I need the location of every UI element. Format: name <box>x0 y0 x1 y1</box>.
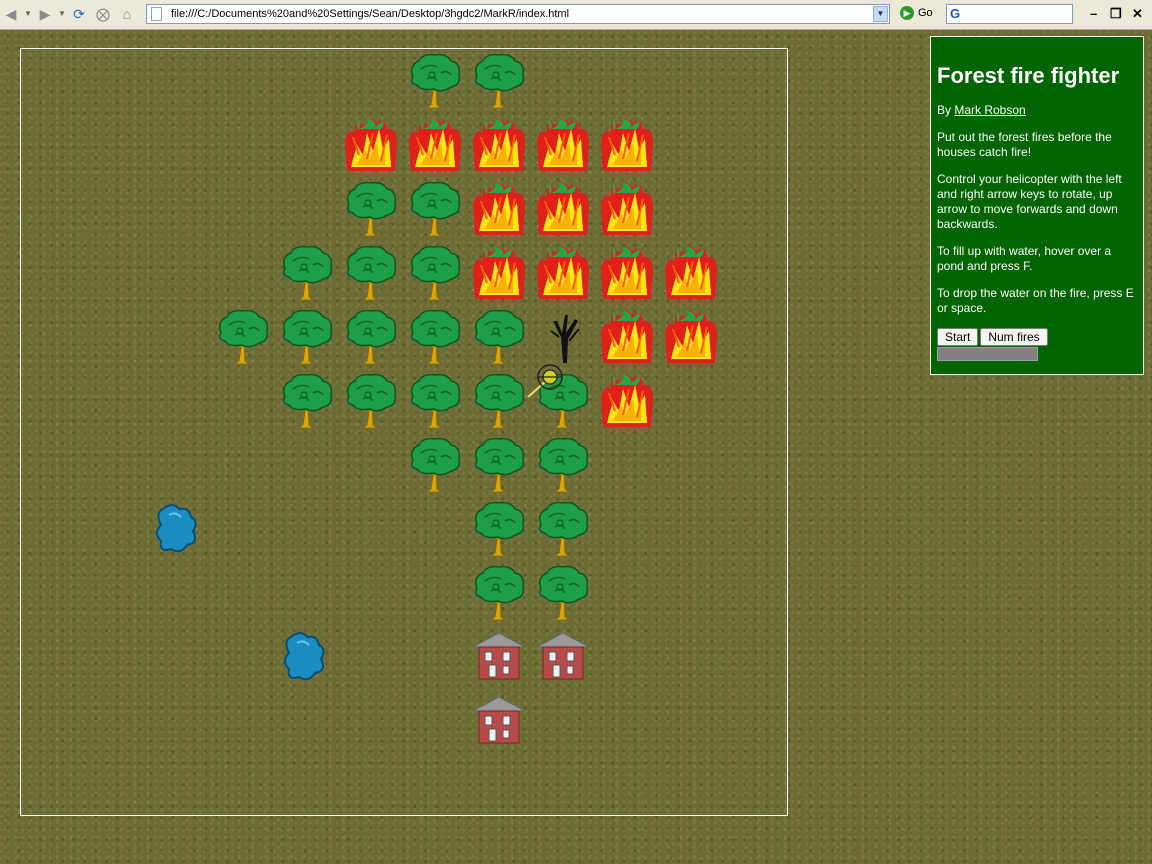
info-panel: Forest fire fighter By Mark Robson Put o… <box>930 36 1144 375</box>
restore-icon[interactable]: ❐ <box>1110 6 1122 22</box>
tree-sprite <box>471 51 527 111</box>
tree-sprite <box>471 371 527 431</box>
fire-sprite <box>599 371 655 431</box>
fire-sprite <box>343 115 399 175</box>
tree-sprite <box>279 307 335 367</box>
water-level-bar <box>937 347 1038 361</box>
stop-icon[interactable]: ⨂ <box>94 5 112 23</box>
tree-sprite <box>279 243 335 303</box>
tree-sprite <box>407 371 463 431</box>
pond-sprite <box>151 499 207 559</box>
button-row: Start Num fires <box>937 328 1137 346</box>
fire-sprite <box>535 179 591 239</box>
refresh-icon[interactable]: ⟳ <box>70 5 88 23</box>
fire-sprite <box>407 115 463 175</box>
instruction-fill: To fill up with water, hover over a pond… <box>937 244 1112 273</box>
tree-sprite <box>471 563 527 623</box>
address-bar[interactable]: file:///C:/Documents%20and%20Settings/Se… <box>146 4 890 24</box>
house-sprite <box>471 627 527 687</box>
fire-sprite <box>663 307 719 367</box>
page-icon <box>151 7 162 21</box>
tree-sprite <box>343 307 399 367</box>
tree-sprite <box>471 435 527 495</box>
helicopter-sprite <box>522 345 578 405</box>
author-link[interactable]: Mark Robson <box>954 103 1025 117</box>
tree-sprite <box>535 563 591 623</box>
go-arrow-icon: ▶ <box>900 6 914 20</box>
back-dropdown-icon[interactable]: ▼ <box>24 5 32 23</box>
game-board[interactable] <box>20 48 788 816</box>
num-fires-button[interactable]: Num fires <box>980 328 1048 346</box>
back-arrow-icon[interactable]: ◀ <box>2 5 20 23</box>
tree-sprite <box>407 243 463 303</box>
tree-sprite <box>343 243 399 303</box>
fire-sprite <box>535 243 591 303</box>
fire-sprite <box>599 307 655 367</box>
search-box[interactable]: G <box>946 4 1073 24</box>
fire-sprite <box>471 179 527 239</box>
go-button[interactable]: ▶ Go <box>900 6 933 20</box>
fire-sprite <box>663 243 719 303</box>
minimize-icon[interactable]: – <box>1090 6 1097 21</box>
game-title: Forest fire fighter <box>937 63 1120 88</box>
instruction-goal: Put out the forest fires before the hous… <box>937 130 1112 159</box>
start-button[interactable]: Start <box>937 328 979 346</box>
tree-sprite <box>407 435 463 495</box>
tree-sprite <box>471 307 527 367</box>
instruction-drop: To drop the water on the fire, press E o… <box>937 286 1134 315</box>
close-icon[interactable]: ✕ <box>1132 6 1143 22</box>
tree-sprite <box>535 499 591 559</box>
fire-sprite <box>535 115 591 175</box>
author-prefix: By <box>937 103 955 117</box>
house-sprite <box>535 627 591 687</box>
google-icon: G <box>950 6 961 21</box>
tree-sprite <box>215 307 271 367</box>
address-dropdown-icon[interactable]: ▼ <box>873 6 888 22</box>
tree-sprite <box>343 179 399 239</box>
browser-toolbar: ◀ ▼ ▶ ▼ ⟳ ⨂ ⌂ file:///C:/Documents%20and… <box>0 0 1152 30</box>
fire-sprite <box>471 115 527 175</box>
home-icon[interactable]: ⌂ <box>118 5 136 23</box>
fire-sprite <box>599 115 655 175</box>
tree-sprite <box>407 307 463 367</box>
tree-sprite <box>279 371 335 431</box>
forward-dropdown-icon[interactable]: ▼ <box>58 5 66 23</box>
fire-sprite <box>471 243 527 303</box>
fire-sprite <box>599 179 655 239</box>
tree-sprite <box>343 371 399 431</box>
tree-sprite <box>471 499 527 559</box>
tree-sprite <box>407 51 463 111</box>
fire-sprite <box>599 243 655 303</box>
address-url: file:///C:/Documents%20and%20Settings/Se… <box>171 8 570 20</box>
instruction-controls: Control your helicopter with the left an… <box>937 172 1122 231</box>
house-sprite <box>471 691 527 751</box>
author-line: By Mark Robson <box>937 103 1137 118</box>
tree-sprite <box>407 179 463 239</box>
tree-sprite <box>535 435 591 495</box>
forward-arrow-icon[interactable]: ▶ <box>36 5 54 23</box>
pond-sprite <box>279 627 335 687</box>
go-label: Go <box>918 6 933 19</box>
